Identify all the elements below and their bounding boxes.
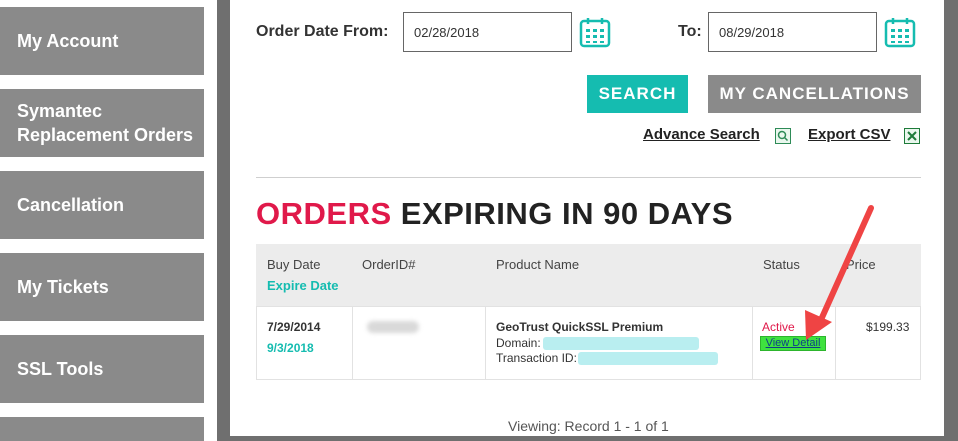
column-header-order-id: OrderID# xyxy=(362,257,416,272)
order-date-from-label: Order Date From: xyxy=(256,23,389,40)
column-header-buy-date: Buy Date xyxy=(267,257,321,272)
order-id-redacted xyxy=(367,321,419,333)
sidebar-item-label: Symantec xyxy=(17,101,103,121)
transaction-id-label: Transaction ID: xyxy=(496,351,577,365)
order-date-to-input[interactable] xyxy=(708,12,877,52)
sidebar-item-label: SSL Tools xyxy=(17,359,104,379)
table-header xyxy=(256,244,921,306)
calendar-icon[interactable] xyxy=(579,16,611,48)
sidebar-item-label: My Account xyxy=(17,31,119,51)
column-header-price: Price xyxy=(846,257,876,272)
content-frame-bottom xyxy=(217,436,958,441)
pagination-status: Viewing: Record 1 - 1 of 1 xyxy=(508,418,669,434)
cell-divider xyxy=(485,306,486,380)
order-date-to-label: To: xyxy=(678,23,702,40)
page-title-accent: ORDERS xyxy=(256,196,392,231)
transaction-id-redacted xyxy=(578,352,718,365)
buy-date-cell: 7/29/2014 xyxy=(267,320,321,334)
product-name-cell: GeoTrust QuickSSL Premium xyxy=(496,320,664,334)
order-date-from-input[interactable] xyxy=(403,12,572,52)
export-csv-link[interactable]: Export CSV xyxy=(808,126,891,143)
divider xyxy=(256,177,921,178)
domain-redacted xyxy=(543,337,699,350)
price-cell: $199.33 xyxy=(866,320,910,334)
sidebar-item-label: Cancellation xyxy=(17,195,125,215)
sidebar-item-label: Replacement Orders xyxy=(17,125,194,145)
my-cancellations-button[interactable]: MY CANCELLATIONS xyxy=(708,75,921,113)
sidebar-item-my-tickets[interactable]: My Tickets xyxy=(0,253,204,321)
cell-divider xyxy=(835,306,836,380)
sidebar-item-ssl-tools[interactable]: SSL Tools xyxy=(0,335,204,403)
domain-label: Domain: xyxy=(496,336,541,350)
cell-divider xyxy=(752,306,753,380)
page-title: ORDERS EXPIRING IN 90 DAYS xyxy=(256,196,733,232)
search-icon[interactable] xyxy=(775,128,791,144)
sidebar-item-symantec-replacement-orders[interactable]: Symantec Replacement Orders xyxy=(0,89,204,157)
cell-divider xyxy=(352,306,353,380)
search-button[interactable]: SEARCH xyxy=(587,75,688,113)
content-frame-left xyxy=(217,0,230,441)
column-header-expire-date: Expire Date xyxy=(267,278,339,293)
sidebar-item-next[interactable] xyxy=(0,417,204,441)
column-header-product-name: Product Name xyxy=(496,257,580,272)
advance-search-link[interactable]: Advance Search xyxy=(643,126,760,143)
view-detail-link[interactable]: View Detail xyxy=(760,336,826,351)
content-frame-right xyxy=(944,0,958,441)
sidebar-item-cancellation[interactable]: Cancellation xyxy=(0,171,204,239)
sidebar-item-label: My Tickets xyxy=(17,277,109,297)
sidebar: My Account Symantec Replacement Orders C… xyxy=(0,0,204,441)
column-header-status: Status xyxy=(763,257,800,272)
calendar-icon[interactable] xyxy=(884,16,916,48)
expire-date-cell: 9/3/2018 xyxy=(267,341,314,355)
excel-icon[interactable] xyxy=(904,128,920,144)
status-badge: Active xyxy=(762,320,795,334)
sidebar-item-my-account[interactable]: My Account xyxy=(0,7,204,75)
page-title-rest: EXPIRING IN 90 DAYS xyxy=(400,196,734,231)
